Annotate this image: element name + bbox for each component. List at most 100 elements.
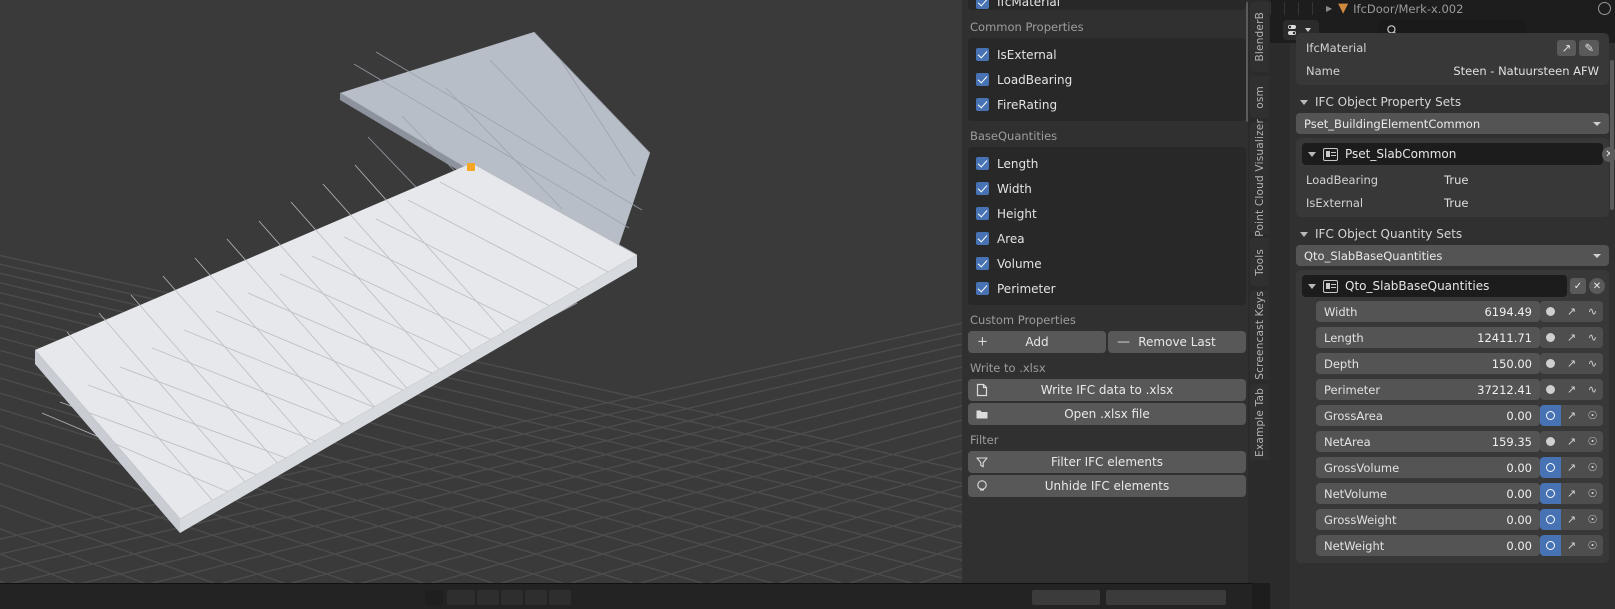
checkbox-row-width[interactable]: Width — [968, 176, 1246, 201]
library-icon[interactable]: ↗ — [1561, 405, 1582, 426]
property-set-dropdown[interactable]: Pset_BuildingElementCommon — [1296, 113, 1609, 134]
isexternal-checkbox[interactable] — [976, 48, 989, 61]
driver-toggle-icon[interactable] — [1540, 535, 1561, 556]
quantity-field-grossvolume[interactable]: GrossVolume 0.00 — [1316, 457, 1540, 478]
status-chip-8[interactable] — [1106, 590, 1226, 605]
material-name-value[interactable]: Steen - Natuursteen AFW — [1453, 64, 1599, 78]
curve-icon[interactable]: ∿ — [1582, 353, 1603, 374]
globe-icon[interactable]: ☉ — [1582, 509, 1603, 530]
checkbox-row-length[interactable]: Length — [968, 151, 1246, 176]
pset-isexternal-value[interactable]: True — [1444, 196, 1468, 210]
remove-last-button[interactable]: — Remove Last — [1108, 331, 1246, 353]
length-checkbox[interactable] — [976, 157, 989, 170]
status-chip-5[interactable] — [525, 590, 547, 605]
status-chip-2[interactable] — [447, 590, 475, 605]
curve-icon[interactable]: ∿ — [1582, 379, 1603, 400]
perimeter-checkbox[interactable] — [976, 282, 989, 295]
pset-slabcommon-header[interactable]: Pset_SlabCommon ✕ — [1302, 143, 1615, 165]
ifcmaterial-checkbox[interactable] — [976, 0, 989, 9]
pin-icon[interactable] — [1598, 2, 1611, 15]
open-xlsx-button[interactable]: Open .xlsx file — [968, 403, 1246, 425]
driver-toggle-icon[interactable] — [1540, 301, 1561, 322]
quantity-set-dropdown[interactable]: Qto_SlabBaseQuantities — [1296, 245, 1609, 266]
quantity-field-netvolume[interactable]: NetVolume 0.00 — [1316, 483, 1540, 504]
ifc-sidebar-panel[interactable]: IfcMaterial Common Properties IsExternal… — [962, 0, 1252, 583]
qto-close-icon[interactable]: ✕ — [1589, 278, 1605, 294]
globe-icon[interactable]: ☉ — [1582, 431, 1603, 452]
expand-arrow-icon[interactable]: ▶ — [1326, 4, 1332, 13]
loadbearing-checkbox[interactable] — [976, 73, 989, 86]
tab-example-tab[interactable]: Example Tab — [1250, 384, 1269, 460]
driver-toggle-icon[interactable] — [1540, 483, 1561, 504]
material-link-icon[interactable]: ↗ — [1556, 39, 1577, 56]
height-checkbox[interactable] — [976, 207, 989, 220]
property-sets-header[interactable]: IFC Object Property Sets — [1290, 91, 1615, 113]
quantity-field-netweight[interactable]: NetWeight 0.00 — [1316, 535, 1540, 556]
status-chip-7[interactable] — [1032, 590, 1100, 605]
driver-toggle-icon[interactable] — [1540, 509, 1561, 530]
checkbox-row-volume[interactable]: Volume — [968, 251, 1246, 276]
area-checkbox[interactable] — [976, 232, 989, 245]
unhide-ifc-elements-button[interactable]: Unhide IFC elements — [968, 475, 1246, 497]
library-icon[interactable]: ↗ — [1561, 457, 1582, 478]
curve-icon[interactable]: ∿ — [1582, 301, 1603, 322]
status-chip-1[interactable] — [425, 590, 443, 605]
library-icon[interactable]: ↗ — [1561, 327, 1582, 348]
library-icon[interactable]: ↗ — [1561, 353, 1582, 374]
quantity-field-perimeter[interactable]: Perimeter 37212.41 — [1316, 379, 1540, 400]
library-icon[interactable]: ↗ — [1561, 483, 1582, 504]
quantity-field-grossweight[interactable]: GrossWeight 0.00 — [1316, 509, 1540, 530]
filter-ifc-elements-button[interactable]: Filter IFC elements — [968, 451, 1246, 473]
properties-editor[interactable]: ▶ ▼ IfcDoor/Merk-x.002 IfcMaterial ↗ ✎ N… — [1270, 0, 1615, 609]
quantity-field-netarea[interactable]: NetArea 159.35 — [1316, 431, 1540, 452]
slab-front[interactable] — [20, 145, 660, 535]
library-icon[interactable]: ↗ — [1561, 379, 1582, 400]
tab-tools[interactable]: Tools — [1250, 238, 1269, 286]
status-chip-3[interactable] — [477, 590, 499, 605]
globe-icon[interactable]: ☉ — [1582, 535, 1603, 556]
tab-point-cloud-visualizer[interactable]: Point Cloud Visualizer — [1250, 119, 1269, 237]
driver-toggle-icon[interactable] — [1540, 431, 1561, 452]
library-icon[interactable]: ↗ — [1561, 301, 1582, 322]
ifcmaterial-row[interactable]: IfcMaterial — [968, 0, 1246, 10]
tab-osm[interactable]: osm — [1250, 76, 1269, 118]
add-button[interactable]: + Add — [968, 331, 1106, 353]
driver-toggle-icon[interactable] — [1540, 327, 1561, 348]
checkbox-row-isexternal[interactable]: IsExternal — [968, 42, 1246, 67]
qto-check-icon[interactable]: ✓ — [1570, 278, 1586, 294]
status-chip-6[interactable] — [549, 590, 571, 605]
pset-loadbearing-value[interactable]: True — [1444, 173, 1468, 187]
library-icon[interactable]: ↗ — [1561, 535, 1582, 556]
curve-icon[interactable]: ∿ — [1582, 327, 1603, 348]
checkbox-row-loadbearing[interactable]: LoadBearing — [968, 67, 1246, 92]
driver-toggle-icon[interactable] — [1540, 457, 1561, 478]
library-icon[interactable]: ↗ — [1561, 431, 1582, 452]
status-chip-4[interactable] — [501, 590, 523, 605]
firerating-checkbox[interactable] — [976, 98, 989, 111]
globe-icon[interactable]: ☉ — [1582, 483, 1603, 504]
write-ifc-data-button[interactable]: Write IFC data to .xlsx — [968, 379, 1246, 401]
globe-icon[interactable]: ☉ — [1582, 457, 1603, 478]
tab-blenderb[interactable]: BlenderB — [1250, 2, 1269, 72]
library-icon[interactable]: ↗ — [1561, 509, 1582, 530]
globe-icon[interactable]: ☉ — [1582, 405, 1603, 426]
checkbox-row-firerating[interactable]: FireRating — [968, 92, 1246, 117]
checkbox-row-height[interactable]: Height — [968, 201, 1246, 226]
quantity-sets-header[interactable]: IFC Object Quantity Sets — [1290, 223, 1615, 245]
quantity-field-grossarea[interactable]: GrossArea 0.00 — [1316, 405, 1540, 426]
volume-checkbox[interactable] — [976, 257, 989, 270]
material-edit-icon[interactable]: ✎ — [1579, 39, 1599, 56]
driver-toggle-icon[interactable] — [1540, 379, 1561, 400]
qto-slabbasequantities-header[interactable]: Qto_SlabBaseQuantities ✓ ✕ — [1302, 275, 1605, 297]
width-checkbox[interactable] — [976, 182, 989, 195]
quantity-field-depth[interactable]: Depth 150.00 — [1316, 353, 1540, 374]
checkbox-row-area[interactable]: Area — [968, 226, 1246, 251]
tab-screencast-keys[interactable]: Screencast Keys — [1250, 290, 1269, 380]
quantity-field-length[interactable]: Length 12411.71 — [1316, 327, 1540, 348]
properties-tab-column[interactable] — [1270, 43, 1290, 609]
driver-toggle-icon[interactable] — [1540, 405, 1561, 426]
properties-scrollbar[interactable] — [1610, 60, 1614, 210]
checkbox-row-perimeter[interactable]: Perimeter — [968, 276, 1246, 301]
quantity-field-width[interactable]: Width 6194.49 — [1316, 301, 1540, 322]
driver-toggle-icon[interactable] — [1540, 353, 1561, 374]
